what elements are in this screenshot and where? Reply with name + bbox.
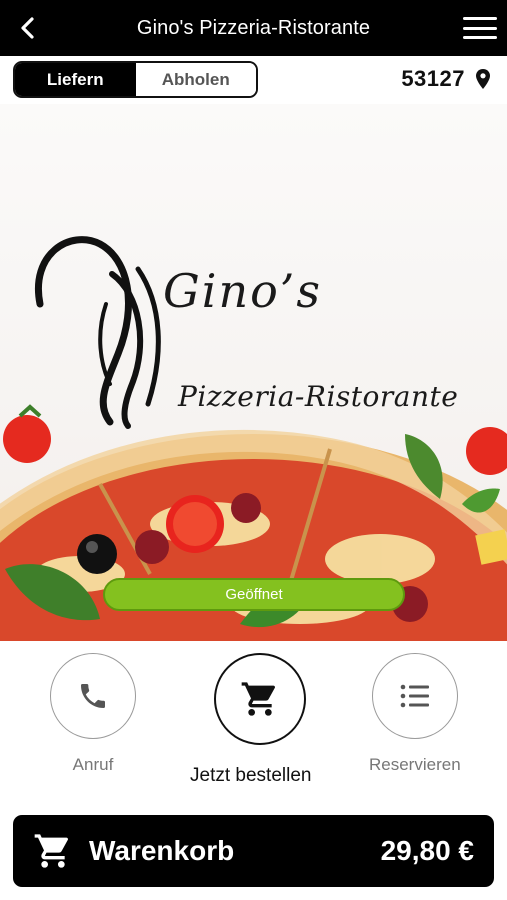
mode-delivery-button[interactable]: Liefern xyxy=(15,63,136,96)
zip-code-selector[interactable]: 53127 xyxy=(401,66,491,92)
call-button[interactable]: Anruf xyxy=(50,653,136,775)
cart-label: Warenkorb xyxy=(89,835,235,866)
reserve-label: Reservieren xyxy=(369,755,461,774)
cart-icon xyxy=(241,682,275,716)
delivery-mode-row: Liefern Abholen 53127 xyxy=(0,56,507,104)
hero-banner: Gino’s Pizzeria-Ristorante Geöffnet xyxy=(0,104,507,641)
cart-button[interactable]: Warenkorb 29,80 € xyxy=(13,815,494,887)
list-icon xyxy=(400,684,429,708)
chevron-left-icon xyxy=(21,17,34,39)
zip-code: 53127 xyxy=(401,66,465,91)
top-app-bar: Gino's Pizzeria-Ristorante xyxy=(0,0,507,56)
logo-mark xyxy=(35,236,161,429)
page-title: Gino's Pizzeria-Ristorante xyxy=(136,16,371,39)
order-now-button[interactable]: Jetzt bestellen xyxy=(190,653,311,787)
mode-pickup-button[interactable]: Abholen xyxy=(135,63,256,96)
quick-actions: Anruf Jetzt bestellen Reservieren xyxy=(0,641,507,801)
menu-button[interactable] xyxy=(463,14,497,42)
call-label: Anruf xyxy=(72,755,114,774)
map-pin-icon xyxy=(476,69,490,89)
brand-subtitle: Pizzeria-Ristorante xyxy=(178,380,459,413)
open-status-badge: Geöffnet xyxy=(103,578,405,611)
order-now-label: Jetzt bestellen xyxy=(190,765,312,786)
cart-icon xyxy=(34,834,68,868)
back-button[interactable] xyxy=(14,14,42,42)
cart-total: 29,80 € xyxy=(380,835,474,866)
hamburger-menu-icon xyxy=(463,17,497,20)
phone-icon xyxy=(81,684,105,708)
brand-name: Gino’s xyxy=(163,264,323,318)
delivery-mode-toggle: Liefern Abholen xyxy=(13,61,258,98)
pizza-illustration xyxy=(0,236,507,641)
reserve-button[interactable]: Reservieren xyxy=(369,653,461,775)
